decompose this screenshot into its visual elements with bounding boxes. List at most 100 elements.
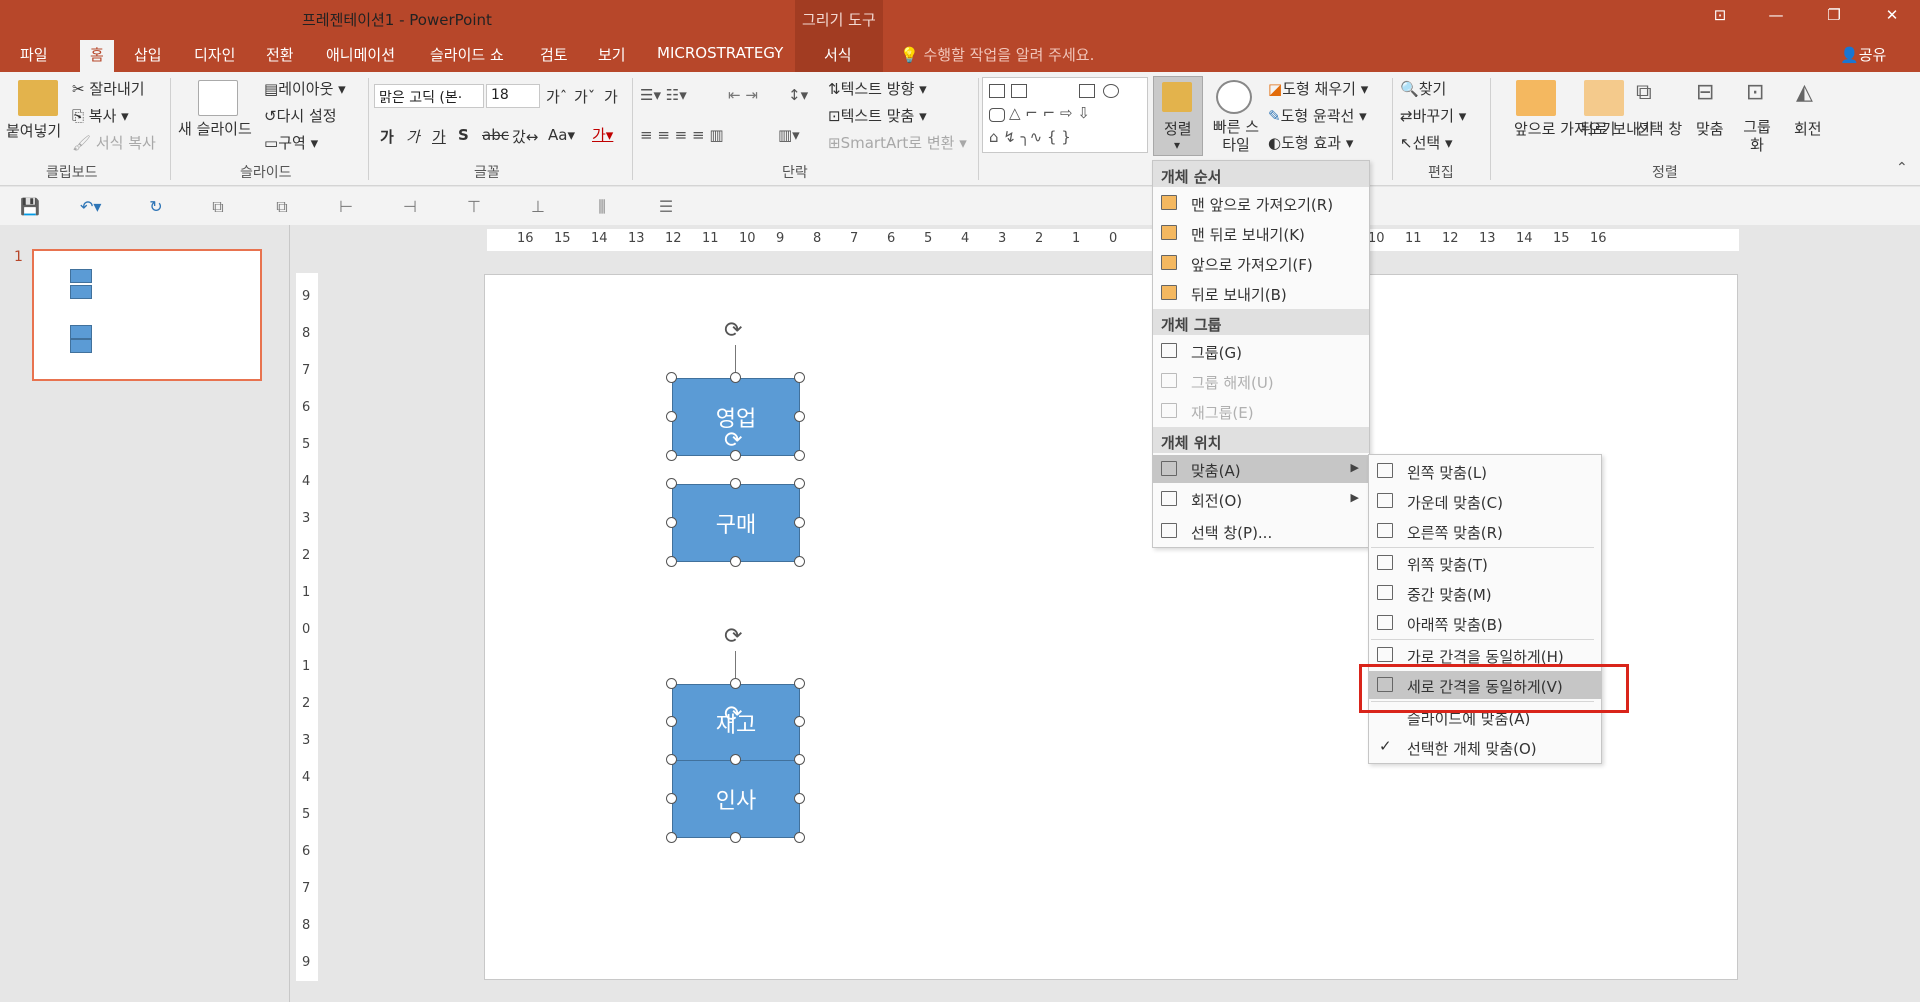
align-text-icons[interactable]: ≡ ≡ ≡ ≡ ▥ bbox=[640, 126, 724, 144]
resize-handle[interactable] bbox=[730, 478, 741, 489]
copy-button[interactable]: ⎘ 복사 ▾ bbox=[72, 105, 129, 126]
underline-icon[interactable]: 가 bbox=[432, 126, 446, 147]
tab-design[interactable]: 디자인 bbox=[194, 44, 235, 65]
submenu-align-top[interactable]: 위쪽 맞춤(T) bbox=[1369, 549, 1601, 577]
vertical-textbox-shape-icon[interactable] bbox=[1011, 84, 1027, 98]
resize-handle[interactable] bbox=[666, 678, 677, 689]
menu-bring-to-front[interactable]: 맨 앞으로 가져오기(R) bbox=[1153, 189, 1369, 217]
save-icon[interactable]: 💾 bbox=[20, 197, 40, 216]
resize-handle[interactable] bbox=[794, 450, 805, 461]
shapes-gallery[interactable]: △ ⌐ ⌐ ⇨ ⇩ ⌂ ↯ ╮∿ { } bbox=[982, 77, 1148, 153]
text-direction-button[interactable]: ⇅텍스트 방향 ▾ bbox=[828, 78, 927, 99]
align-icon[interactable]: ⊟ bbox=[1696, 80, 1714, 105]
freeform-shapes-icons[interactable]: ⌂ ↯ ╮∿ { } bbox=[989, 128, 1071, 146]
resize-handle[interactable] bbox=[794, 556, 805, 567]
resize-handle[interactable] bbox=[794, 754, 805, 765]
shrink-font-icon[interactable]: 가ˇ bbox=[574, 86, 595, 107]
change-case-icon[interactable]: Aa▾ bbox=[548, 126, 575, 144]
resize-handle[interactable] bbox=[794, 832, 805, 843]
redo-icon[interactable]: ↻ bbox=[146, 197, 166, 216]
line-spacing-icon[interactable]: ↕▾ bbox=[788, 86, 808, 104]
resize-handle[interactable] bbox=[794, 372, 805, 383]
reset-button[interactable]: ↺다시 설정 bbox=[264, 105, 337, 126]
send-backward-icon[interactable] bbox=[1584, 80, 1624, 116]
rounded-rect-shape-icon[interactable] bbox=[989, 108, 1005, 122]
submenu-align-left[interactable]: 왼쪽 맞춤(L) bbox=[1369, 457, 1601, 485]
menu-bring-forward[interactable]: 앞으로 가져오기(F) bbox=[1153, 249, 1369, 277]
textbox-shape-icon[interactable] bbox=[989, 84, 1005, 98]
selection-pane-icon[interactable]: ⧉ bbox=[1636, 80, 1652, 105]
resize-handle[interactable] bbox=[730, 556, 741, 567]
font-size-box[interactable]: 18 bbox=[486, 84, 540, 108]
rotate-icon[interactable]: ◭ bbox=[1796, 80, 1813, 105]
paste-icon[interactable] bbox=[18, 80, 58, 116]
resize-handle[interactable] bbox=[730, 372, 741, 383]
resize-handle[interactable] bbox=[794, 517, 805, 528]
find-button[interactable]: 🔍찾기 bbox=[1400, 78, 1446, 99]
resize-handle[interactable] bbox=[666, 556, 677, 567]
tab-format[interactable]: 서식 bbox=[824, 44, 852, 65]
cut-button[interactable]: ✂ 잘라내기 bbox=[72, 78, 145, 99]
resize-handle[interactable] bbox=[730, 678, 741, 689]
menu-send-backward[interactable]: 뒤로 보내기(B) bbox=[1153, 279, 1369, 307]
tell-me-box[interactable]: 💡 수행할 작업을 알려 주세요. bbox=[900, 44, 1094, 65]
resize-handle[interactable] bbox=[794, 411, 805, 422]
submenu-align-middle[interactable]: 중간 맞춤(M) bbox=[1369, 579, 1601, 607]
resize-handle[interactable] bbox=[794, 793, 805, 804]
tab-home[interactable]: 홈 bbox=[80, 40, 114, 72]
resize-handle[interactable] bbox=[666, 372, 677, 383]
qat-bring-forward-icon[interactable]: ⧉ bbox=[208, 197, 228, 216]
clear-format-icon[interactable]: 가 bbox=[604, 86, 618, 107]
submenu-align-right[interactable]: 오른쪽 맞춤(R) bbox=[1369, 517, 1601, 545]
resize-handle[interactable] bbox=[794, 716, 805, 727]
align-text-button[interactable]: ⊡텍스트 맞춤 ▾ bbox=[828, 105, 927, 126]
line-shapes-icons[interactable]: △ ⌐ ⌐ ⇨ ⇩ bbox=[1009, 104, 1090, 122]
quick-styles-icon[interactable] bbox=[1216, 80, 1252, 114]
section-button[interactable]: ▭구역 ▾ bbox=[264, 132, 318, 153]
resize-handle[interactable] bbox=[666, 716, 677, 727]
rotate-handle-icon[interactable]: ⟳ bbox=[724, 624, 742, 649]
quick-styles-button[interactable]: 빠른 스타일 bbox=[1208, 118, 1264, 154]
resize-handle[interactable] bbox=[730, 450, 741, 461]
new-slide-button[interactable]: 새 슬라이드 bbox=[178, 118, 252, 139]
menu-rotate[interactable]: 회전(O) ▶ bbox=[1153, 485, 1369, 513]
ribbon-display-icon[interactable]: ⊡ bbox=[1708, 6, 1732, 24]
tab-view[interactable]: 보기 bbox=[598, 44, 626, 65]
submenu-align-bottom[interactable]: 아래쪽 맞춤(B) bbox=[1369, 609, 1601, 637]
font-name-box[interactable]: 맑은 고딕 (본· bbox=[374, 84, 484, 108]
menu-selection-pane[interactable]: 선택 창(P)... bbox=[1153, 517, 1369, 545]
menu-send-to-back[interactable]: 맨 뒤로 보내기(K) bbox=[1153, 219, 1369, 247]
shape-outline-button[interactable]: ✎도형 윤곽선 ▾ bbox=[1268, 105, 1367, 126]
tab-insert[interactable]: 삽입 bbox=[134, 44, 162, 65]
strikethrough-icon[interactable]: abc bbox=[482, 126, 509, 144]
rotate-big-label[interactable]: 회전 bbox=[1794, 118, 1822, 139]
qat-align-left-icon[interactable]: ⊢ bbox=[336, 197, 356, 216]
qat-align-right-icon[interactable]: ⊣ bbox=[400, 197, 420, 216]
qat-align-top-icon[interactable]: ⊤ bbox=[464, 197, 484, 216]
bold-icon[interactable]: 가 bbox=[380, 126, 394, 147]
slide-thumbnail[interactable] bbox=[32, 249, 262, 381]
restore-icon[interactable]: ❐ bbox=[1822, 6, 1846, 24]
replace-button[interactable]: ⇄바꾸기 ▾ bbox=[1400, 105, 1466, 126]
bullets-icon[interactable]: ☰▾ ☷▾ bbox=[640, 86, 687, 104]
format-painter-button[interactable]: 🖌 서식 복사 bbox=[72, 132, 156, 153]
shape-effects-button[interactable]: ◐도형 효과 ▾ bbox=[1268, 132, 1353, 153]
columns-icon[interactable]: ▥▾ bbox=[778, 126, 800, 144]
group-icon[interactable]: ⊡ bbox=[1746, 80, 1764, 105]
resize-handle[interactable] bbox=[666, 793, 677, 804]
italic-icon[interactable]: 가 bbox=[406, 126, 420, 147]
resize-handle[interactable] bbox=[666, 517, 677, 528]
tab-transitions[interactable]: 전환 bbox=[266, 44, 294, 65]
tab-microstrategy[interactable]: MICROSTRATEGY bbox=[657, 44, 783, 62]
resize-handle[interactable] bbox=[666, 832, 677, 843]
shape-fill-button[interactable]: ◪도형 채우기 ▾ bbox=[1268, 78, 1368, 99]
undo-icon[interactable]: ↶▾ bbox=[80, 197, 101, 216]
submenu-align-selected[interactable]: ✓ 선택한 개체 맞춤(O) bbox=[1369, 733, 1601, 761]
minimize-icon[interactable]: — bbox=[1764, 6, 1788, 24]
collapse-ribbon-icon[interactable]: ⌃ bbox=[1896, 160, 1908, 176]
align-big-label[interactable]: 맞춤 bbox=[1696, 118, 1724, 139]
indent-icon[interactable]: ⇤ ⇥ bbox=[728, 86, 758, 104]
resize-handle[interactable] bbox=[794, 478, 805, 489]
menu-align[interactable]: 맞춤(A) ▶ bbox=[1153, 455, 1369, 483]
qat-distribute-v-icon[interactable]: ☰ bbox=[656, 197, 676, 216]
